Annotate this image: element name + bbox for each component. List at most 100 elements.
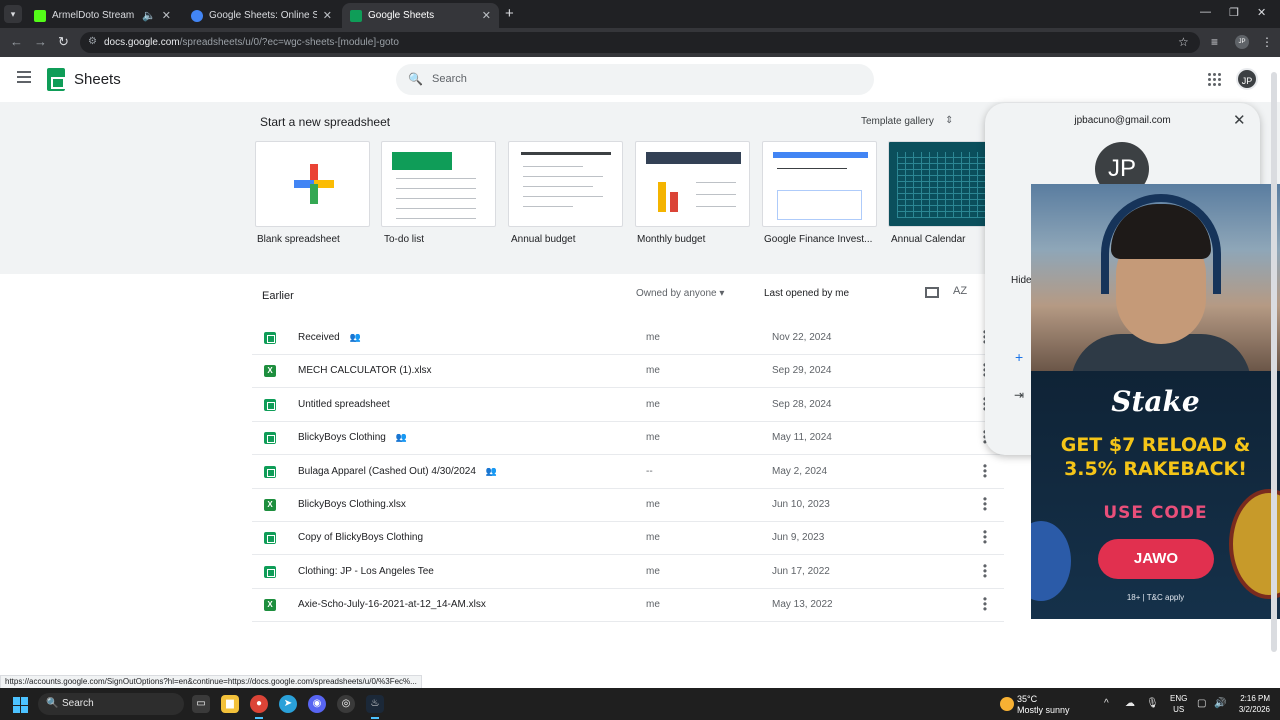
file-last-opened: May 11, 2024	[772, 432, 832, 444]
template-label: Blank spreadsheet	[257, 234, 340, 245]
sort-column-header[interactable]: Last opened by me	[764, 288, 849, 299]
close-icon[interactable]: ✕	[1233, 111, 1246, 129]
close-tab-icon[interactable]: ✕	[482, 9, 491, 22]
browser-profile-avatar[interactable]: JP	[1235, 35, 1249, 49]
template-label: Monthly budget	[637, 234, 706, 245]
table-row[interactable]: Clothing: JP - Los Angeles Tee me Jun 17, …	[252, 556, 1004, 589]
cricket-ball-image	[1031, 521, 1071, 601]
tab-sheets-info[interactable]: Google Sheets: Online Spreadsh ✕	[183, 3, 340, 28]
cloud-icon[interactable]: ☁	[1125, 698, 1135, 709]
network-icon[interactable]: ▢	[1197, 698, 1206, 709]
browser-menu-icon[interactable]: ⋮	[1261, 35, 1273, 49]
close-window-icon[interactable]: ✕	[1257, 6, 1266, 19]
more-options-icon[interactable]: •••	[982, 460, 988, 482]
search-icon: 🔍	[46, 698, 59, 709]
owner-filter-dropdown[interactable]: Owned by anyone ▾	[636, 288, 724, 299]
template-label: Annual budget	[511, 234, 576, 245]
table-row[interactable]: Copy of BlickyBoys Clothing me Jun 9, 2023…	[252, 522, 1004, 556]
file-owner: me	[646, 532, 660, 544]
more-options-icon[interactable]: •••	[982, 493, 988, 515]
taskbar-search-label: Search	[62, 698, 94, 709]
template-todo[interactable]	[381, 141, 496, 227]
discord-icon[interactable]: ◉	[308, 695, 326, 713]
template-blank[interactable]	[255, 141, 370, 227]
template-annual-budget[interactable]	[508, 141, 623, 227]
main-menu-icon[interactable]	[17, 71, 31, 86]
account-avatar[interactable]: JP	[1236, 68, 1258, 90]
search-input[interactable]: 🔍 Search	[396, 64, 874, 95]
taskbar-search[interactable]: 🔍 Search	[38, 693, 184, 715]
clock[interactable]: 2:16 PM 3/2/2026	[1234, 693, 1270, 715]
kick-favicon-icon	[34, 9, 46, 22]
chrome-icon[interactable]: ●	[250, 695, 268, 719]
minimize-icon[interactable]: —	[1200, 6, 1211, 18]
task-view-icon[interactable]: ▭	[192, 695, 210, 713]
steam-icon[interactable]: ♨	[366, 695, 384, 719]
sheets-file-icon	[264, 565, 276, 578]
file-last-opened: May 2, 2024	[772, 465, 828, 477]
excel-file-icon: X	[264, 499, 276, 511]
table-row[interactable]: Received👥meNov 22, 2024•••	[252, 322, 1004, 355]
language-indicator[interactable]: ENG US	[1170, 693, 1187, 715]
headset-icon	[1101, 194, 1221, 294]
close-tab-icon[interactable]: ✕	[323, 9, 332, 22]
google-plus-icon	[294, 164, 334, 204]
search-icon: 🔍	[408, 72, 423, 86]
template-monthly-budget[interactable]	[635, 141, 750, 227]
sun-icon	[1000, 697, 1014, 711]
table-row[interactable]: XMECH CALCULATOR (1).xlsxmeSep 29, 2024•…	[252, 355, 1004, 389]
url-bar[interactable]: docs.google.com/spreadsheets/u/0/?ec=wgc…	[80, 32, 1200, 53]
table-row[interactable]: Untitled spreadsheetmeSep 28, 2024•••	[252, 389, 1004, 422]
more-options-icon[interactable]: •••	[982, 526, 988, 548]
table-row[interactable]: BlickyBoys Clothing👥meMay 11, 2024•••	[252, 422, 1004, 456]
account-email: jpbacuno@gmail.com	[1074, 115, 1171, 126]
sheets-logo-icon[interactable]	[47, 68, 65, 91]
tab-stream[interactable]: ArmelDoto Stream - Watch 🔈 ✕	[26, 3, 179, 28]
windows-start-icon[interactable]	[13, 697, 29, 713]
file-name-text: Clothing: JP - Los Angeles Tee	[298, 565, 434, 577]
telegram-icon[interactable]: ➤	[279, 695, 297, 713]
region-code: US	[1173, 705, 1185, 714]
table-row[interactable]: Bulaga Apparel (Cashed Out) 4/30/2024 👥 --…	[252, 456, 1004, 489]
show-hidden-icons-icon[interactable]: ^	[1104, 698, 1109, 709]
clock-date: 3/2/2026	[1238, 705, 1270, 714]
google-apps-icon[interactable]	[1208, 73, 1221, 86]
table-row[interactable]: X Axie-Scho-July-16-2021-at-12_14-AM.xlsx…	[252, 589, 1004, 623]
bookmark-star-icon[interactable]: ☆	[1178, 35, 1189, 49]
app-title[interactable]: Sheets	[74, 71, 121, 88]
volume-icon[interactable]: 🔊	[1214, 698, 1226, 709]
new-tab-button[interactable]: +	[505, 5, 514, 22]
template-finance-investment[interactable]	[762, 141, 877, 227]
forward-arrow-icon[interactable]: →	[34, 34, 47, 49]
tab-google-sheets[interactable]: Google Sheets ✕	[342, 3, 499, 28]
owner-filter-label: Owned by anyone	[636, 288, 717, 299]
expand-collapse-icon[interactable]: ⇕	[945, 115, 953, 126]
table-row[interactable]: X BlickyBoys Clothing.xlsx me Jun 10, 2023 •…	[252, 489, 1004, 522]
close-tab-icon[interactable]: ✕	[162, 9, 171, 22]
more-options-icon[interactable]: •••	[982, 593, 988, 615]
sign-out-icon[interactable]: ⇥	[1014, 388, 1024, 402]
url-host: docs.google.com	[104, 37, 180, 48]
sort-az-icon[interactable]: AZ	[953, 285, 967, 297]
hide-accounts-button[interactable]: Hide	[1011, 275, 1032, 286]
shared-people-icon: 👥	[395, 432, 408, 443]
file-name-text: Copy of BlickyBoys Clothing	[298, 532, 424, 544]
obs-icon[interactable]: ◎	[337, 695, 355, 713]
template-gallery-button[interactable]: Template gallery	[861, 116, 934, 127]
restore-icon[interactable]: ❐	[1229, 6, 1239, 19]
microphone-icon[interactable]: 🎙	[1146, 698, 1159, 709]
file-owner: me	[646, 599, 660, 611]
page-scrollbar[interactable]	[1271, 72, 1277, 652]
media-queue-icon[interactable]: ≡	[1211, 35, 1218, 49]
back-arrow-icon[interactable]: ←	[10, 34, 23, 49]
lang-code: ENG	[1170, 694, 1188, 703]
reload-icon[interactable]: ↻	[58, 34, 69, 50]
file-explorer-icon[interactable]: ▆	[221, 695, 239, 713]
more-options-icon[interactable]: •••	[982, 560, 988, 582]
speaker-icon[interactable]: 🔈	[142, 9, 156, 22]
tab-search-menu[interactable]: ▾	[4, 5, 22, 23]
add-account-icon[interactable]: +	[1015, 349, 1023, 365]
ad-code-badge: JAWO	[1098, 539, 1214, 579]
site-info-icon[interactable]: ⚙	[88, 36, 97, 47]
grid-view-icon[interactable]	[925, 287, 939, 298]
